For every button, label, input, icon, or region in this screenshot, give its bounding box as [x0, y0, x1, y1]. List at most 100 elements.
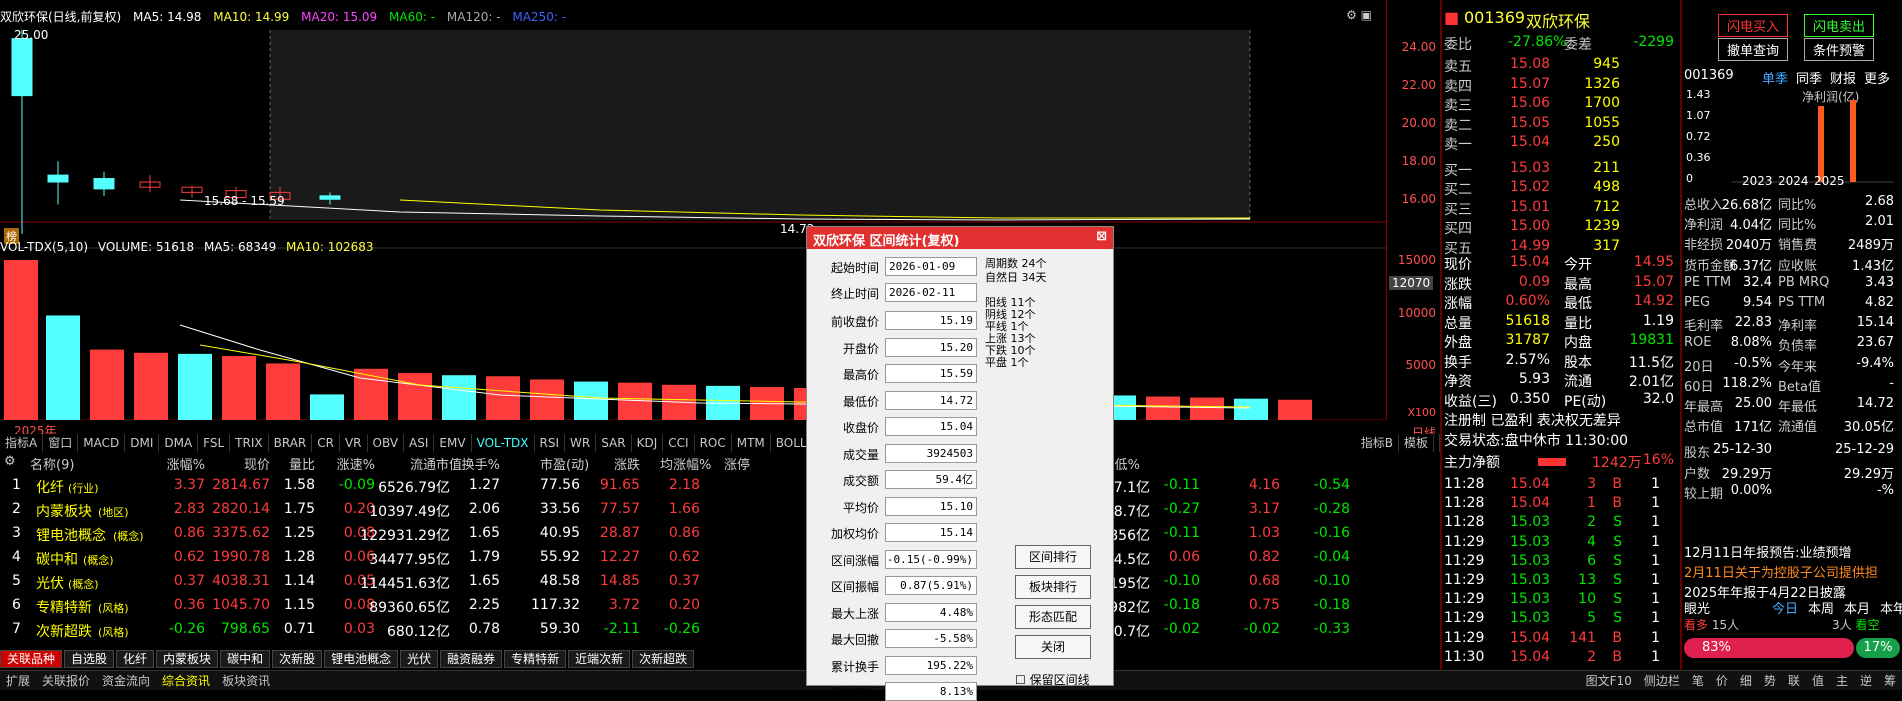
table-row[interactable]: 3 锂电池概念 (概念) 0.86 3375.62 1.25 0.08 122931.29亿 1…	[0, 522, 1440, 546]
dialog-button[interactable]: 区间排行	[1015, 545, 1091, 569]
status-item[interactable]: 综合资讯	[162, 672, 210, 689]
indicator-tab[interactable]: ROC	[695, 434, 732, 452]
indicator-tab[interactable]: KDJ	[632, 434, 664, 452]
column-header[interactable]: 涨跌	[600, 454, 640, 473]
indicator-tab[interactable]: MACD	[78, 434, 126, 452]
indicator-tab[interactable]: 指标A	[0, 434, 44, 452]
flash-buy-button[interactable]: 闪电买入	[1718, 14, 1789, 37]
start-time-input[interactable]: 2026-01-09	[885, 257, 977, 276]
indicator-tab-right[interactable]: 模板	[1399, 434, 1434, 452]
sector-tab[interactable]: 次新股	[272, 650, 323, 668]
status-item[interactable]: 势	[1764, 672, 1776, 689]
status-item[interactable]: 价	[1716, 672, 1728, 689]
column-header[interactable]: 名称(9)	[30, 454, 74, 473]
status-item[interactable]: 值	[1812, 672, 1824, 689]
end-time-input[interactable]: 2026-02-11	[885, 283, 977, 302]
status-item[interactable]: 关联报价	[42, 672, 90, 689]
flash-sell-button[interactable]: 闪电卖出	[1804, 14, 1875, 37]
indicator-tab[interactable]: EMV	[434, 434, 472, 452]
status-item[interactable]: 逆	[1860, 672, 1872, 689]
sector-tab[interactable]: 化纤	[116, 650, 155, 668]
status-item[interactable]: 侧边栏	[1644, 672, 1680, 689]
close-icon[interactable]: ⊠	[1096, 229, 1107, 244]
column-header[interactable]: 量比	[275, 454, 315, 473]
table-row[interactable]: 6 专精特新 (风格) 0.36 1045.70 1.15 0.08 89360.65亿 2.2…	[0, 594, 1440, 618]
period-tab[interactable]: 本年	[1880, 602, 1902, 617]
table-row[interactable]: 1 化纤 (行业) 3.37 2814.67 1.58 -0.09 6526.79亿 1.27 7…	[0, 474, 1440, 498]
dialog-button[interactable]: 板块排行	[1015, 575, 1091, 599]
sector-tab[interactable]: 近端次新	[568, 650, 631, 668]
column-header[interactable]: 现价	[230, 454, 270, 473]
status-item[interactable]: 扩展	[6, 672, 30, 689]
report-tab[interactable]: 单季	[1762, 72, 1788, 87]
status-item[interactable]: 资金流向	[102, 672, 150, 689]
dialog-button[interactable]: 形态匹配	[1015, 605, 1091, 629]
news-item[interactable]: 12月11日年报预告:业绩预增	[1684, 542, 1851, 561]
status-item[interactable]: 筹	[1884, 672, 1896, 689]
sector-tab[interactable]: 锂电池概念	[324, 650, 399, 668]
news-item[interactable]: 2月11日关于为控股子公司提供担	[1684, 562, 1878, 581]
sector-tab[interactable]: 次新超跌	[632, 650, 695, 668]
indicator-tab[interactable]: MTM	[732, 434, 771, 452]
sector-tab[interactable]: 光伏	[400, 650, 439, 668]
status-item[interactable]: 联	[1788, 672, 1800, 689]
sector-tab[interactable]: 自选股	[64, 650, 115, 668]
indicator-tab[interactable]: RSI	[535, 434, 566, 452]
indicator-tab[interactable]: SAR	[596, 434, 632, 452]
condition-alert-button[interactable]: 条件预警	[1804, 38, 1875, 61]
indicator-tab[interactable]: VR	[340, 434, 368, 452]
report-tab[interactable]: 同季	[1796, 72, 1822, 87]
ask-row[interactable]: 卖四 15.07 1326	[1442, 76, 1680, 96]
period-tab[interactable]: 今日	[1772, 602, 1798, 617]
indicator-tab[interactable]: CCI	[663, 434, 695, 452]
bid-row[interactable]: 买一 15.03 211	[1442, 160, 1680, 180]
indicator-tab[interactable]: DMI	[125, 434, 160, 452]
sector-tab[interactable]: 融资融券	[440, 650, 503, 668]
report-tab[interactable]: 财报	[1830, 72, 1856, 87]
news-item[interactable]: 2025年年报于4月22日披露	[1684, 582, 1846, 601]
indicator-tab[interactable]: DMA	[159, 434, 199, 452]
kline-chart[interactable]: 双欣环保(日线,前复权) MA5: 14.98 MA10: 14.99 MA20…	[0, 0, 1440, 438]
settings-icon[interactable]: ⚙	[4, 454, 16, 469]
status-item[interactable]: 板块资讯	[222, 672, 270, 689]
status-item[interactable]: 细	[1740, 672, 1752, 689]
table-row[interactable]: 2 内蒙板块 (地区) 2.83 2820.14 1.75 0.20 10397.49亿 2.0…	[0, 498, 1440, 522]
ask-row[interactable]: 卖三 15.06 1700	[1442, 95, 1680, 115]
status-item[interactable]: 主	[1836, 672, 1848, 689]
column-header[interactable]: 均涨幅%	[660, 454, 711, 473]
indicator-tab[interactable]: 窗口	[43, 434, 79, 452]
bid-row[interactable]: 买三 15.01 712	[1442, 199, 1680, 219]
table-row[interactable]: 7 次新超跌 (风格) -0.26 798.65 0.71 0.03 680.12亿 0.78 5…	[0, 618, 1440, 642]
indicator-tab[interactable]: CR	[312, 434, 340, 452]
status-item[interactable]: 笔	[1692, 672, 1704, 689]
table-row[interactable]: 5 光伏 (概念) 0.37 4038.31 1.14 0.05 114451.63亿 1.65…	[0, 570, 1440, 594]
indicator-tab[interactable]: VOL-TDX	[472, 434, 535, 452]
column-header[interactable]: 市盈(动)	[540, 454, 589, 473]
ask-row[interactable]: 卖一 15.04 250	[1442, 134, 1680, 154]
bid-row[interactable]: 买二 15.02 498	[1442, 179, 1680, 199]
ask-row[interactable]: 卖二 15.05 1055	[1442, 115, 1680, 135]
sector-tab[interactable]: 内蒙板块	[156, 650, 219, 668]
sector-tab[interactable]: 碳中和	[220, 650, 271, 668]
indicator-tab-right[interactable]: 指标B	[1356, 434, 1399, 452]
indicator-tab[interactable]: BRAR	[269, 434, 313, 452]
indicator-tab[interactable]: ASI	[404, 434, 435, 452]
column-header[interactable]: 涨速%	[335, 454, 375, 473]
bid-row[interactable]: 买四 15.00 1239	[1442, 218, 1680, 238]
column-header[interactable]: 涨幅%	[165, 454, 205, 473]
column-header[interactable]: 涨停	[710, 454, 750, 473]
indicator-tab[interactable]: TRIX	[230, 434, 269, 452]
ask-row[interactable]: 卖五 15.08 945	[1442, 56, 1680, 76]
column-header[interactable]: 换手%	[460, 454, 500, 473]
indicator-tab[interactable]: FSL	[198, 434, 231, 452]
indicator-tab[interactable]: WR	[565, 434, 597, 452]
sector-tab[interactable]: 专精特新	[504, 650, 567, 668]
indicator-tab[interactable]: OBV	[368, 434, 405, 452]
cancel-query-button[interactable]: 撤单查询	[1718, 38, 1789, 61]
status-item[interactable]: 图文F10	[1586, 672, 1632, 689]
dialog-button[interactable]: 关闭	[1015, 635, 1091, 659]
table-row[interactable]: 4 碳中和 (概念) 0.62 1990.78 1.28 0.06 34477.95亿 1.79…	[0, 546, 1440, 570]
period-tab[interactable]: 本月	[1844, 602, 1870, 617]
column-header[interactable]: 流通市值	[410, 454, 462, 473]
keep-range-line-checkbox[interactable]: ☐ 保留区间线	[1015, 671, 1090, 688]
